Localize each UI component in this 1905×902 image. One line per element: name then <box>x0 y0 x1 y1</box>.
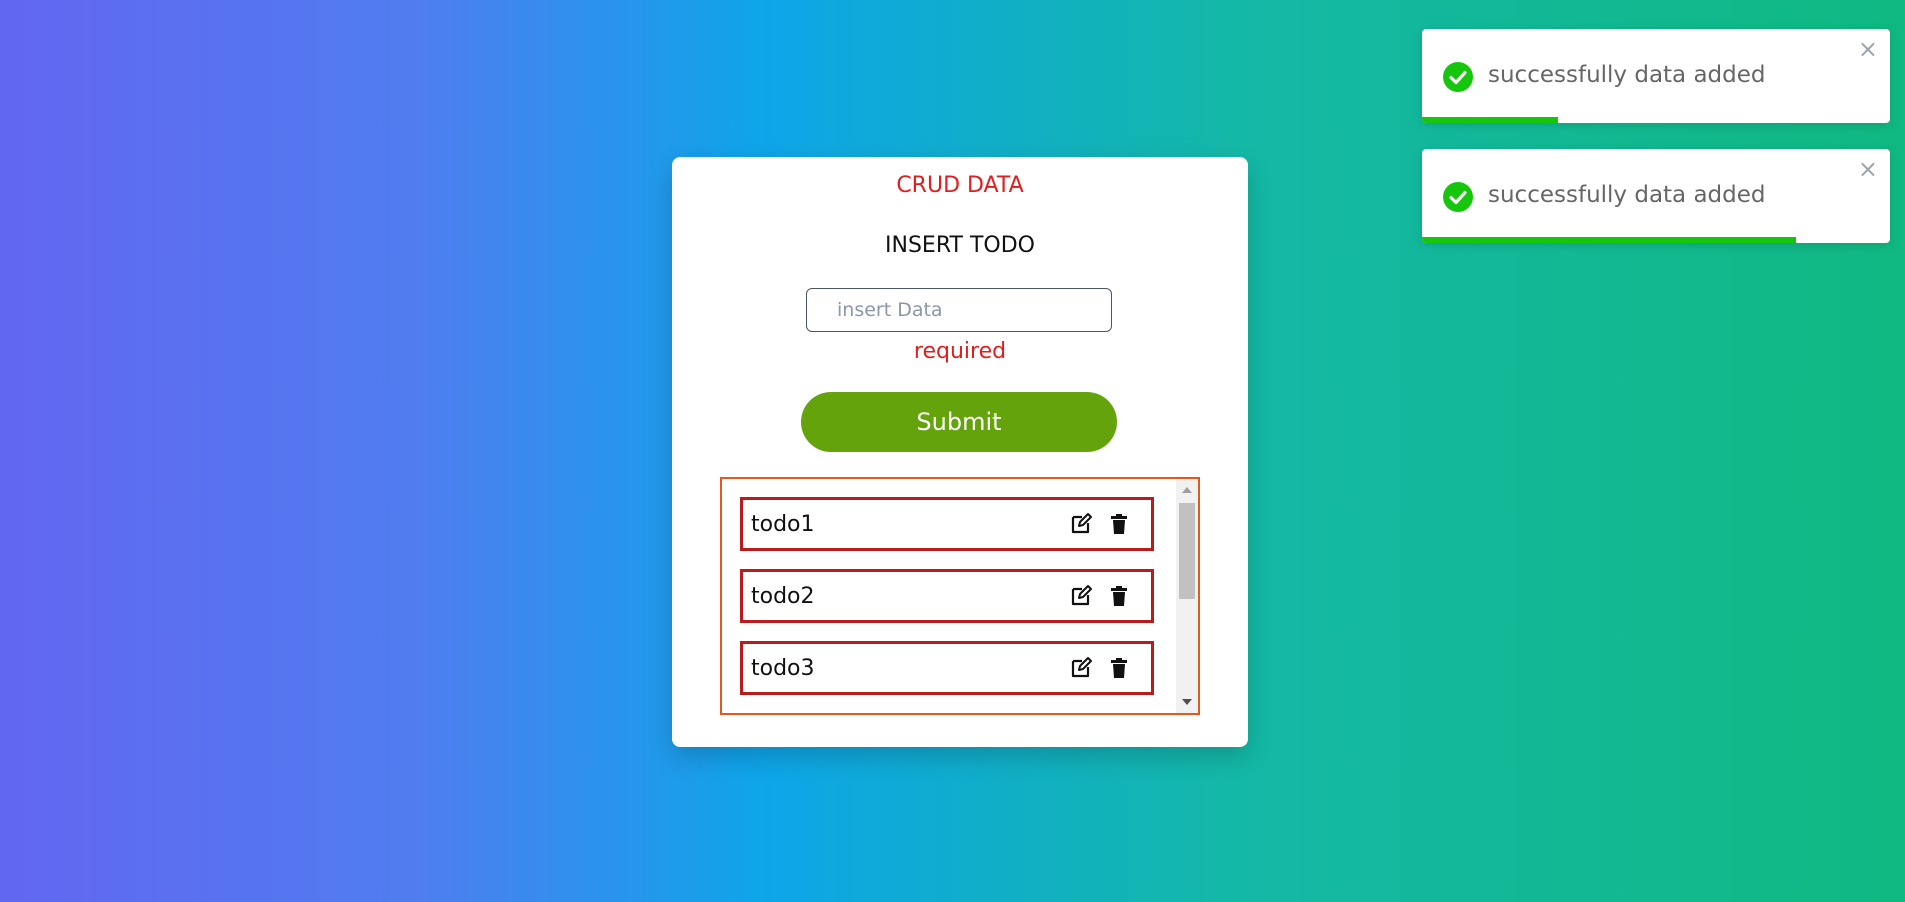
edit-icon[interactable] <box>1067 510 1095 538</box>
todo-list[interactable]: todo1 todo2 todo3 <box>720 477 1200 715</box>
toast-message: successfully data added <box>1488 182 1766 208</box>
crud-card: CRUD DATA INSERT TODO required Submit to… <box>672 157 1248 747</box>
todo-label: todo2 <box>751 584 815 609</box>
todo-actions <box>1067 582 1133 610</box>
trash-icon[interactable] <box>1105 510 1133 538</box>
trash-icon[interactable] <box>1105 582 1133 610</box>
todo-list-viewport: todo1 todo2 todo3 <box>722 479 1176 713</box>
scroll-up-arrow-icon[interactable] <box>1182 487 1192 493</box>
todo-actions <box>1067 510 1133 538</box>
todo-label: todo3 <box>751 656 815 681</box>
list-item: todo2 <box>740 569 1154 623</box>
check-circle-icon <box>1442 181 1474 213</box>
close-icon[interactable]: × <box>1858 37 1878 61</box>
scroll-thumb[interactable] <box>1179 503 1195 599</box>
list-item: todo3 <box>740 641 1154 695</box>
edit-icon[interactable] <box>1067 654 1095 682</box>
app-title: CRUD DATA <box>896 173 1024 198</box>
toast-notification: successfully data added × <box>1422 29 1890 123</box>
submit-button[interactable]: Submit <box>801 392 1117 452</box>
todo-list-scrollbar[interactable] <box>1176 479 1198 713</box>
toast-message: successfully data added <box>1488 62 1766 88</box>
trash-icon[interactable] <box>1105 654 1133 682</box>
check-circle-icon <box>1442 61 1474 93</box>
insert-data-input[interactable] <box>806 288 1112 332</box>
todo-label: todo1 <box>751 512 815 537</box>
section-title: INSERT TODO <box>885 233 1035 258</box>
close-icon[interactable]: × <box>1858 157 1878 181</box>
list-item: todo1 <box>740 497 1154 551</box>
edit-icon[interactable] <box>1067 582 1095 610</box>
toast-progress-bar <box>1422 117 1558 123</box>
scroll-down-arrow-icon[interactable] <box>1182 699 1192 705</box>
validation-message: required <box>913 339 1007 364</box>
todo-actions <box>1067 654 1133 682</box>
toast-progress-bar <box>1422 237 1797 243</box>
toast-notification: successfully data added × <box>1422 149 1890 243</box>
